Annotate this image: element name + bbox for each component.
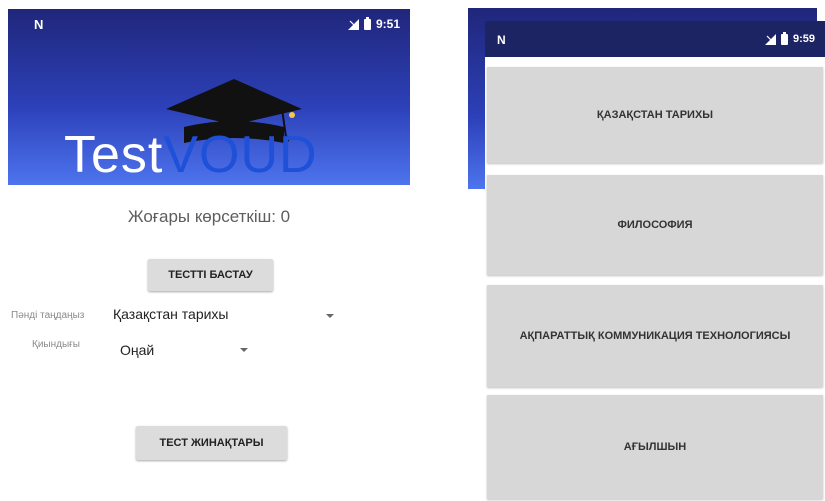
- battery-icon: [780, 31, 788, 45]
- status-bar: N 9:51: [8, 9, 410, 39]
- subject-button-kazakhstan-history[interactable]: ҚАЗАҚСТАН ТАРИХЫ: [487, 67, 823, 163]
- status-bar: N 9:59: [485, 21, 825, 57]
- difficulty-select[interactable]: Оңай: [120, 342, 154, 358]
- status-time: 9:59: [792, 33, 815, 45]
- main-menu-screen: N 9:51 TestVOUD Жоғары көрсеткіш: 0 ТЕСТ…: [8, 9, 410, 501]
- battery-icon: [363, 16, 371, 30]
- subject-select[interactable]: Қазақстан тарихы: [113, 306, 229, 322]
- subject-label: Пәнді таңдаңыз: [11, 310, 85, 321]
- subject-list-screen: N 9:59 ҚАЗАҚСТАН ТАРИХЫ ФИЛОСОФИЯ АҚПАРА…: [485, 21, 825, 501]
- notification-icon: N: [497, 33, 506, 47]
- high-score-label: Жоғары көрсеткіш: 0: [127, 207, 291, 226]
- difficulty-dropdown-icon[interactable]: [240, 348, 248, 352]
- subject-dropdown-icon[interactable]: [326, 314, 334, 318]
- difficulty-label: Қиындығы: [32, 339, 80, 350]
- signal-icon: [347, 18, 359, 30]
- test-collections-button[interactable]: ТЕСТ ЖИНАҚТАРЫ: [136, 426, 287, 460]
- subject-button-ict[interactable]: АҚПАРАТТЫҚ КОММУНИКАЦИЯ ТЕХНОЛОГИЯСЫ: [487, 285, 823, 387]
- notification-icon: N: [34, 17, 44, 32]
- status-time: 9:51: [375, 17, 400, 31]
- app-logo: TestVOUD: [64, 77, 354, 184]
- start-test-button[interactable]: ТЕСТТІ БАСТАУ: [148, 259, 273, 291]
- subject-button-philosophy[interactable]: ФИЛОСОФИЯ: [487, 175, 823, 275]
- header-banner: N 9:51 TestVOUD: [8, 9, 410, 185]
- subject-button-english[interactable]: АҒЫЛШЫН: [487, 395, 823, 499]
- logo-text: TestVOUD: [64, 126, 318, 184]
- signal-icon: [764, 33, 776, 45]
